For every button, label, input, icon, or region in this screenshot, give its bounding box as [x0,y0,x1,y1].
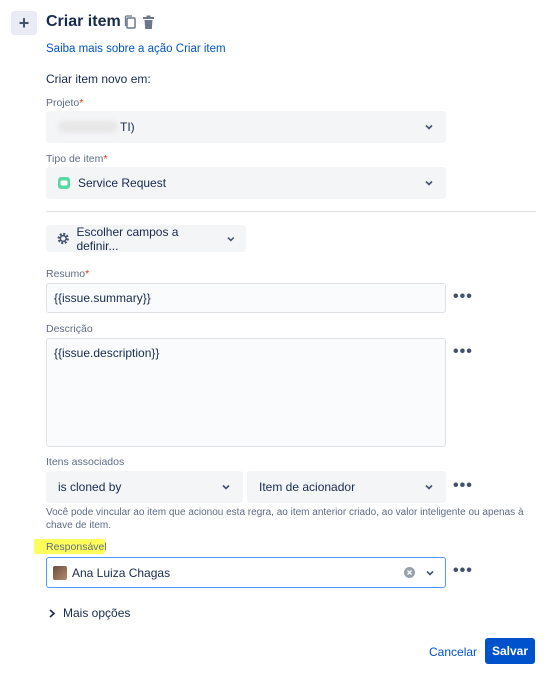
chevron-down-icon [425,180,433,186]
add-action-button[interactable]: + [11,11,37,35]
page-title: Criar item [46,13,121,30]
assignee-select[interactable]: Ana Luiza Chagas [46,557,446,588]
description-more-icon[interactable]: ••• [453,344,473,360]
project-select[interactable]: TI) [46,111,446,143]
project-label: Projeto* [46,97,84,109]
description-label: Descrição [46,323,93,335]
assignee-more-icon[interactable]: ••• [453,563,473,579]
description-value: {{issue.description}} [54,346,160,360]
learn-more-link[interactable]: Saiba mais sobre a ação Criar item [46,43,226,55]
copy-icon[interactable] [124,15,137,30]
summary-more-icon[interactable]: ••• [453,289,473,305]
issue-type-value: Service Request [78,176,167,190]
trash-icon[interactable] [142,15,155,30]
more-options-toggle[interactable]: Mais opções [48,606,130,620]
summary-input[interactable]: {{issue.summary}} [46,283,446,313]
linked-issues-help: Você pode vincular ao item que acionou e… [46,507,524,531]
save-button[interactable]: Salvar [485,638,535,664]
link-type-value: is cloned by [58,480,122,494]
linked-issues-more-icon[interactable]: ••• [453,478,473,494]
project-value: TI) [120,120,135,134]
redacted-project-name [58,121,118,133]
create-in-label: Criar item novo em: [46,72,151,86]
chevron-right-icon [49,608,56,618]
cancel-button[interactable]: Cancelar [429,645,477,659]
link-target-select[interactable]: Item de acionador [247,471,446,503]
more-options-label: Mais opções [63,606,131,620]
gear-icon [57,232,69,245]
issue-type-label: Tipo de item* [46,153,108,165]
link-type-select[interactable]: is cloned by [46,471,243,503]
assignee-label: Responsável [46,541,107,553]
chevron-down-icon [227,236,235,242]
choose-fields-button[interactable]: Escolher campos a definir... [46,224,246,253]
summary-label: Resumo* [46,268,90,280]
description-textarea[interactable]: {{issue.description}} [46,338,446,447]
chevron-down-icon [426,570,434,576]
choose-fields-label: Escolher campos a definir... [76,224,179,253]
chevron-down-icon [222,484,230,490]
link-target-value: Item de acionador [259,480,356,494]
avatar [53,565,67,580]
service-request-icon [58,177,70,189]
issue-type-select[interactable]: Service Request [46,167,446,199]
summary-value: {{issue.summary}} [54,291,151,305]
chevron-down-icon [425,124,433,130]
section-divider [46,211,536,212]
assignee-value: Ana Luiza Chagas [72,565,171,580]
chevron-down-icon [425,484,433,490]
linked-issues-label: Itens associados [46,456,125,468]
clear-icon[interactable] [404,567,415,578]
